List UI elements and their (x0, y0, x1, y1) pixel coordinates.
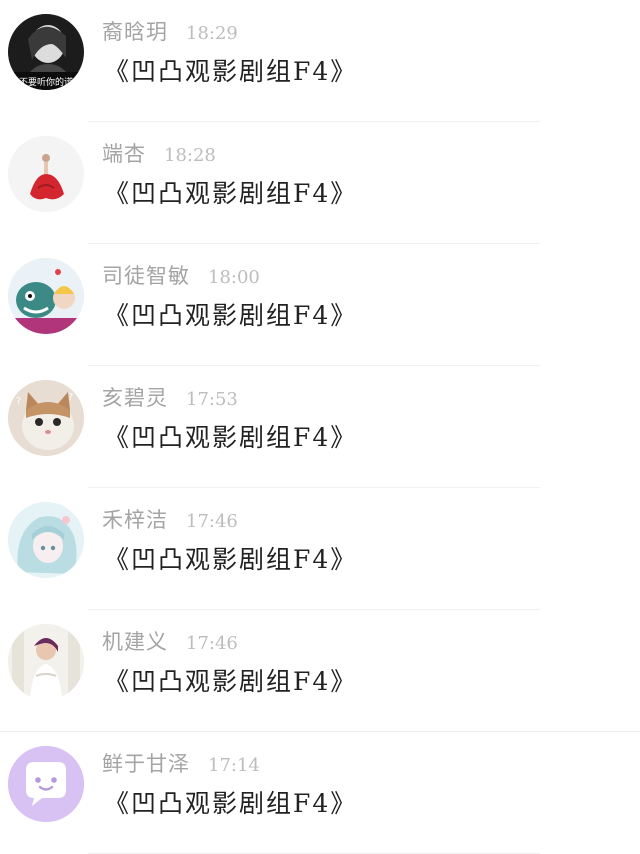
avatar-anime-girl-icon (8, 502, 84, 578)
message-list: 才不要听你的谎言 裔晗玥 18:29 《凹凸观影剧组F4》 端杏 18:28 《… (0, 0, 640, 854)
message-row[interactable]: 鲜于甘泽 17:14 《凹凸观影剧组F4》 (0, 732, 640, 854)
message-text: 《凹凸观影剧组F4》 (104, 789, 358, 818)
message-time: 17:14 (208, 755, 260, 776)
sender-name[interactable]: 端杏 (102, 138, 146, 168)
avatar-caption: 才不要听你的谎言 (9, 78, 82, 88)
message-time: 18:29 (186, 23, 238, 44)
message-meta: 禾梓洁 17:46 (102, 504, 238, 534)
message-text: 《凹凸观影剧组F4》 (104, 545, 358, 574)
message-row[interactable]: 司徒智敏 18:00 《凹凸观影剧组F4》 (0, 244, 640, 366)
message-row[interactable]: 机建义 17:46 《凹凸观影剧组F4》 (0, 610, 640, 732)
avatar[interactable]: ? ? (8, 380, 84, 456)
avatar[interactable] (8, 136, 84, 212)
message-meta: 司徒智敏 18:00 (102, 260, 260, 290)
message-text: 《凹凸观影剧组F4》 (104, 423, 358, 452)
message-time: 17:46 (186, 633, 238, 654)
svg-text:?: ? (68, 392, 73, 403)
message-meta: 亥碧灵 17:53 (102, 382, 238, 412)
avatar[interactable] (8, 624, 84, 700)
avatar-cartoon-monster-icon (8, 258, 84, 334)
sender-name[interactable]: 鲜于甘泽 (102, 748, 190, 778)
avatar[interactable]: 才不要听你的谎言 (8, 14, 84, 90)
message-time: 17:53 (186, 389, 238, 410)
sender-name[interactable]: 禾梓洁 (102, 504, 168, 534)
message-text: 《凹凸观影剧组F4》 (104, 179, 358, 208)
sender-name[interactable]: 亥碧灵 (102, 382, 168, 412)
message-meta: 鲜于甘泽 17:14 (102, 748, 260, 778)
message-meta: 端杏 18:28 (102, 138, 216, 168)
avatar[interactable] (8, 502, 84, 578)
message-text: 《凹凸观影剧组F4》 (104, 57, 358, 86)
sender-name[interactable]: 裔晗玥 (102, 16, 168, 46)
message-meta: 机建义 17:46 (102, 626, 238, 656)
message-time: 18:00 (208, 267, 260, 288)
message-row[interactable]: 端杏 18:28 《凹凸观影剧组F4》 (0, 122, 640, 244)
message-meta: 裔晗玥 18:29 (102, 16, 238, 46)
avatar-woman-photo-icon (8, 624, 84, 700)
avatar-cat-icon: ? ? (8, 380, 84, 456)
avatar[interactable] (8, 746, 84, 822)
message-text: 《凹凸观影剧组F4》 (104, 667, 358, 696)
message-row[interactable]: ? ? 亥碧灵 17:53 《凹凸观影剧组F4》 (0, 366, 640, 488)
message-row[interactable]: 禾梓洁 17:46 《凹凸观影剧组F4》 (0, 488, 640, 610)
message-time: 18:28 (164, 145, 216, 166)
message-text: 《凹凸观影剧组F4》 (104, 301, 358, 330)
avatar[interactable] (8, 258, 84, 334)
sender-name[interactable]: 机建义 (102, 626, 168, 656)
avatar-default-chat-icon (8, 746, 84, 822)
message-row[interactable]: 才不要听你的谎言 裔晗玥 18:29 《凹凸观影剧组F4》 (0, 0, 640, 122)
sender-name[interactable]: 司徒智敏 (102, 260, 190, 290)
svg-text:?: ? (16, 396, 21, 407)
avatar-red-dress-icon (8, 136, 84, 212)
message-time: 17:46 (186, 511, 238, 532)
